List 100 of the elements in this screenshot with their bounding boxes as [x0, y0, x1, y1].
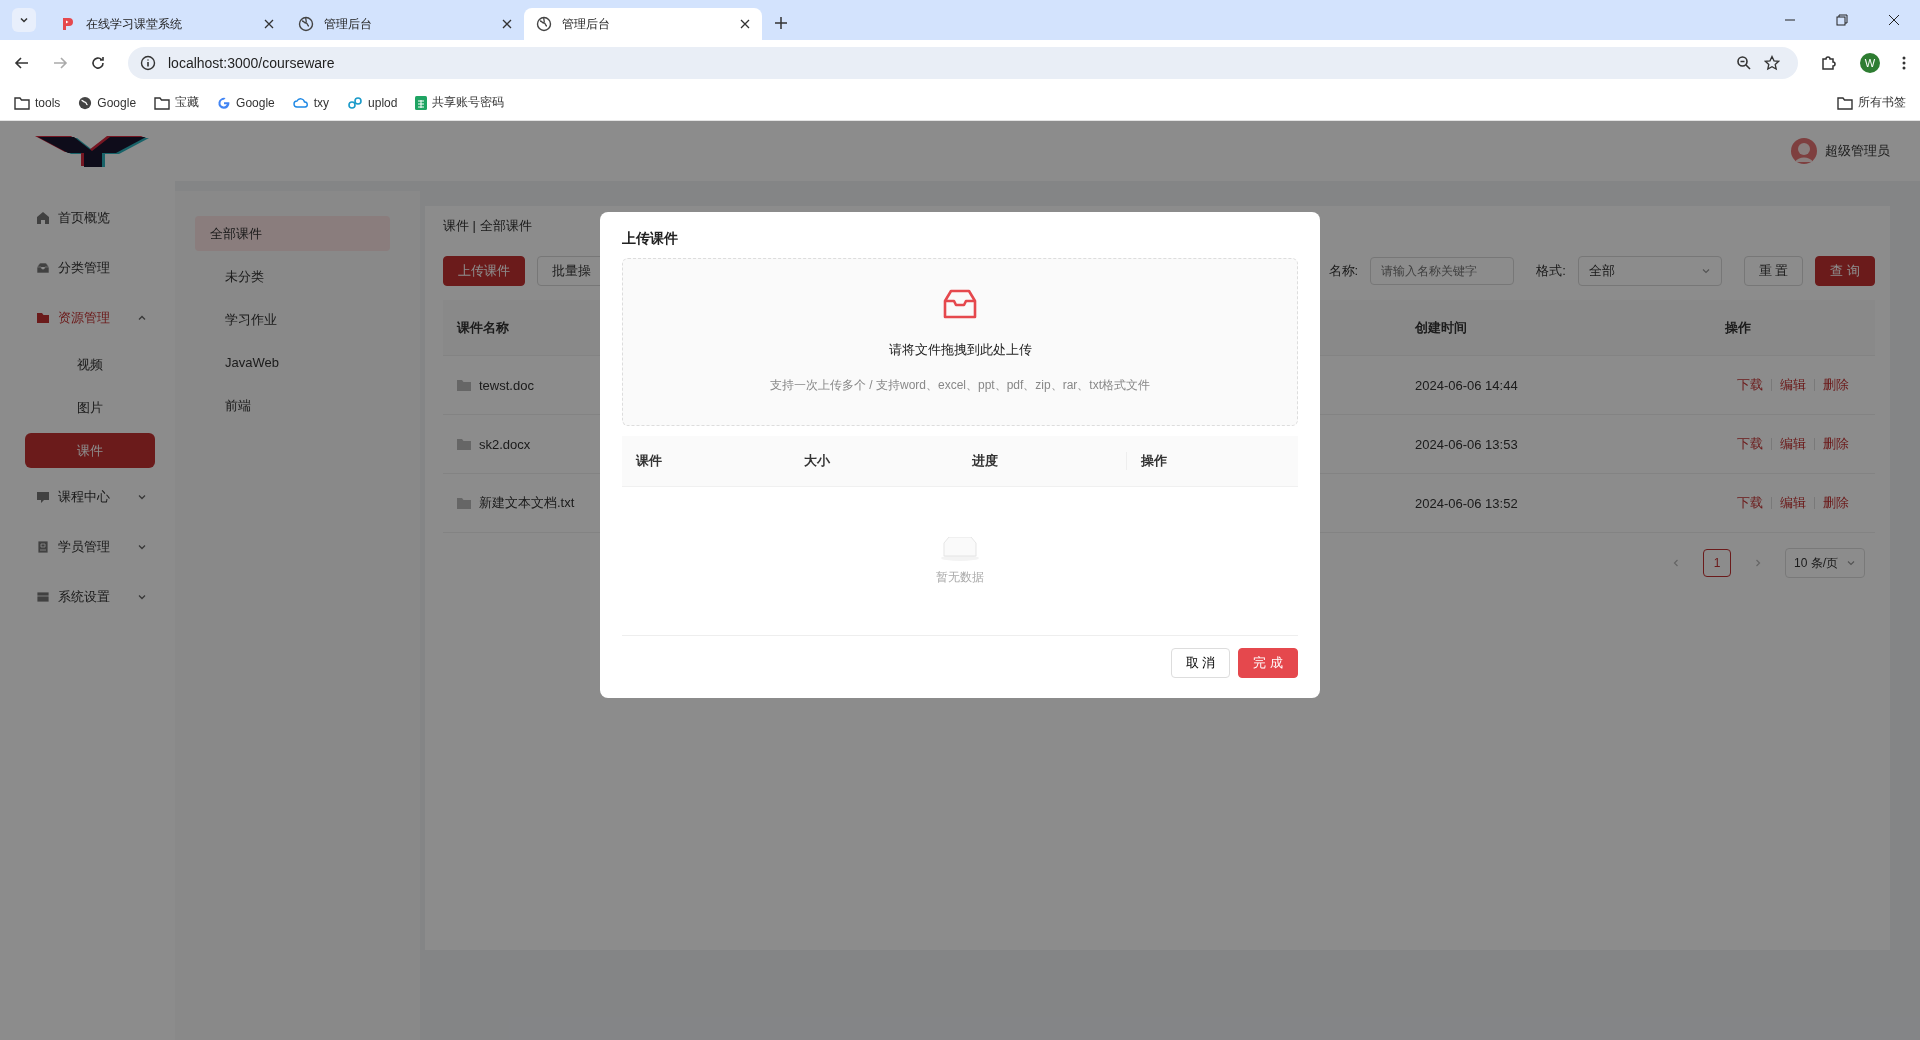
sidebar-item[interactable]: 分类管理: [0, 243, 175, 293]
action-link[interactable]: 编辑: [1780, 435, 1806, 453]
star-icon[interactable]: [1764, 54, 1780, 71]
address-bar[interactable]: localhost:3000/courseware: [128, 46, 1798, 79]
column-header: 进度: [971, 452, 999, 470]
all-bookmarks[interactable]: 所有书签: [1837, 94, 1906, 111]
restore-icon[interactable]: [1836, 14, 1848, 26]
chevron-down-icon: [137, 542, 147, 552]
dialog-title: 上传课件: [622, 230, 679, 248]
tab-title: 管理后台: [562, 15, 611, 33]
url-text: localhost:3000/courseware: [168, 54, 335, 71]
column-header: 操作: [1725, 319, 1751, 335]
browser-tab[interactable]: 管理后台: [286, 8, 524, 40]
bookmark[interactable]: 宝藏: [154, 94, 200, 111]
category-item[interactable]: 学习作业: [195, 302, 390, 337]
empty-tray-icon: [940, 536, 980, 561]
browser-tab[interactable]: 在线学习课堂系统: [48, 8, 286, 40]
table-cell-text: 2024-06-06 14:44: [1414, 377, 1519, 393]
action-link[interactable]: 删除: [1823, 435, 1849, 453]
action-link[interactable]: 删除: [1823, 494, 1849, 512]
folder-icon: [457, 497, 471, 509]
breadcrumb: 课件 | 全部课件: [443, 217, 532, 235]
folder-icon: [36, 311, 50, 325]
sidebar-item[interactable]: 系统设置: [0, 572, 175, 622]
table-cell-text: 2024-06-06 13:53: [1414, 436, 1519, 452]
dialog-button[interactable]: 完 成: [1238, 648, 1298, 678]
category-item[interactable]: 未分类: [195, 259, 390, 294]
action-link[interactable]: 编辑: [1780, 494, 1806, 512]
column-header: 课件名称: [457, 319, 509, 335]
cloud-icon: [292, 95, 309, 110]
menu-icon[interactable]: [1902, 54, 1906, 71]
category-item[interactable]: JavaWeb: [195, 345, 390, 380]
format-select[interactable]: 全部: [1577, 256, 1722, 286]
drop-instruction: 请将文件拖拽到此处上传: [888, 341, 1032, 359]
folder-icon: [14, 95, 30, 110]
empty-text: 暂无数据: [936, 568, 984, 586]
chat-icon: [36, 490, 50, 504]
bookmark[interactable]: uplod: [347, 95, 398, 110]
zoom-icon[interactable]: [1736, 54, 1752, 71]
column-header: 课件: [634, 452, 663, 470]
bookmark[interactable]: 共享账号密码: [415, 94, 505, 111]
link-icon: [347, 95, 364, 110]
bookmark[interactable]: Google: [78, 95, 137, 110]
profile-avatar[interactable]: W: [1860, 52, 1880, 73]
sidebar-item[interactable]: 资源管理: [0, 293, 175, 343]
page-size-select[interactable]: 10 条/页: [1785, 548, 1865, 578]
filter-label: 名称:: [1328, 262, 1359, 280]
reset-button[interactable]: 重 置: [1743, 256, 1804, 286]
action-link[interactable]: 删除: [1823, 376, 1849, 394]
badge-icon: [36, 540, 50, 554]
back-icon[interactable]: [14, 54, 30, 71]
avatar-icon: [1791, 138, 1817, 164]
close-icon[interactable]: [740, 19, 750, 29]
tab-title: 管理后台: [324, 15, 373, 33]
user-name[interactable]: 超级管理员: [1825, 142, 1890, 160]
close-icon[interactable]: [264, 19, 274, 29]
home-icon: [36, 211, 50, 225]
sidebar-item[interactable]: 学员管理: [0, 522, 175, 572]
app-logo-icon: [60, 16, 76, 32]
sidebar-item[interactable]: 课程中心: [0, 472, 175, 522]
action-link[interactable]: 下载: [1737, 435, 1763, 453]
action-link[interactable]: 编辑: [1780, 376, 1806, 394]
new-tab-icon[interactable]: [774, 16, 788, 30]
bookmark[interactable]: txy: [292, 95, 330, 110]
chevron-down-icon: [137, 592, 147, 602]
folder-icon: [154, 95, 171, 110]
info-icon[interactable]: [140, 54, 156, 71]
folder-icon: [457, 438, 471, 450]
inbox-icon: [943, 289, 977, 319]
file-name: sk2.docx: [479, 436, 531, 452]
toolbar-button[interactable]: 上传课件: [443, 256, 525, 286]
sidebar-subitem[interactable]: 视频: [25, 343, 155, 386]
file-drop-zone[interactable]: 请将文件拖拽到此处上传 支持一次上传多个 / 支持word、excel、ppt、pdf、zip、rar、txt格式文件: [622, 258, 1298, 426]
extensions-icon[interactable]: [1820, 53, 1838, 72]
chevron-down-icon: [137, 492, 147, 502]
action-link[interactable]: 下载: [1737, 376, 1763, 394]
bookmark[interactable]: Google: [217, 95, 275, 110]
chevron-up-icon: [137, 313, 147, 323]
name-search-field[interactable]: 请输入名称关键字: [1370, 257, 1515, 285]
dialog-button[interactable]: 取 消: [1170, 648, 1231, 678]
browser-tab[interactable]: 管理后台: [524, 8, 762, 40]
list-icon: [36, 590, 50, 604]
reload-icon[interactable]: [90, 54, 106, 71]
page-button[interactable]: 1: [1703, 549, 1731, 577]
close-icon[interactable]: [502, 19, 512, 29]
inbox-icon: [36, 261, 50, 275]
column-header: 创建时间: [1415, 319, 1467, 335]
sidebar-subitem[interactable]: 课件: [25, 433, 155, 468]
action-link[interactable]: 下载: [1737, 494, 1763, 512]
bookmark[interactable]: tools: [14, 95, 61, 110]
spreadsheet-icon: [415, 95, 428, 110]
chevron-down-icon: [1700, 266, 1711, 276]
sidebar-subitem[interactable]: 图片: [25, 386, 155, 429]
close-icon[interactable]: [1888, 14, 1900, 26]
search-button[interactable]: 查 询: [1815, 256, 1875, 286]
sidebar-item[interactable]: 首页概览: [0, 193, 175, 243]
category-item[interactable]: 全部课件: [195, 216, 390, 251]
category-item[interactable]: 前端: [195, 388, 390, 423]
chevron-down-icon: [1846, 558, 1856, 568]
column-header: 操作: [1126, 452, 1294, 470]
